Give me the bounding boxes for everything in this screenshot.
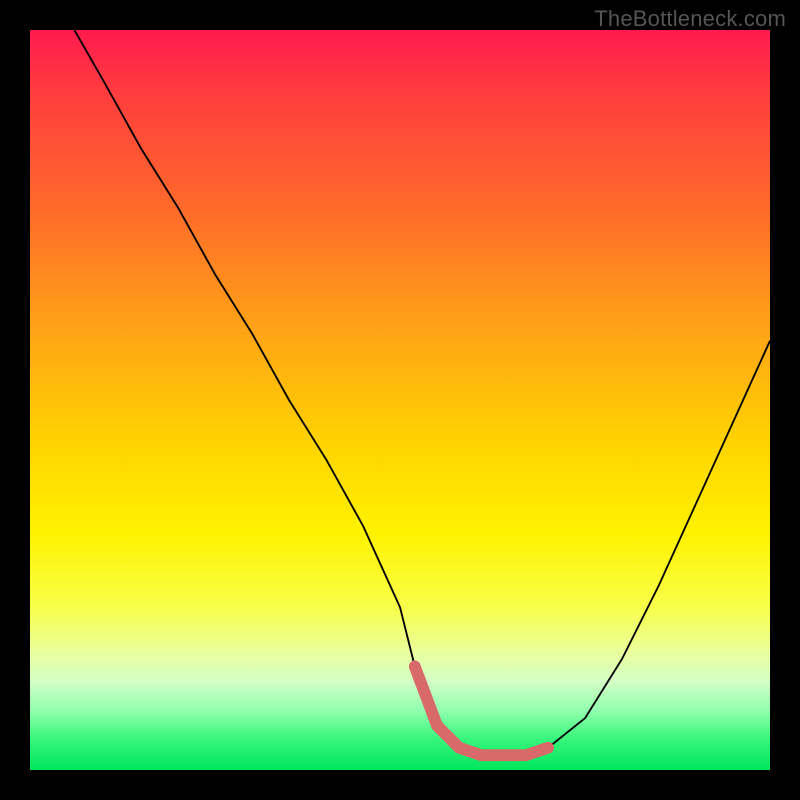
chart-frame: TheBottleneck.com [0,0,800,800]
chart-svg [30,30,770,770]
chart-area [30,30,770,770]
highlight-line [415,666,548,755]
curve-line [74,30,770,755]
watermark-text: TheBottleneck.com [594,6,786,32]
